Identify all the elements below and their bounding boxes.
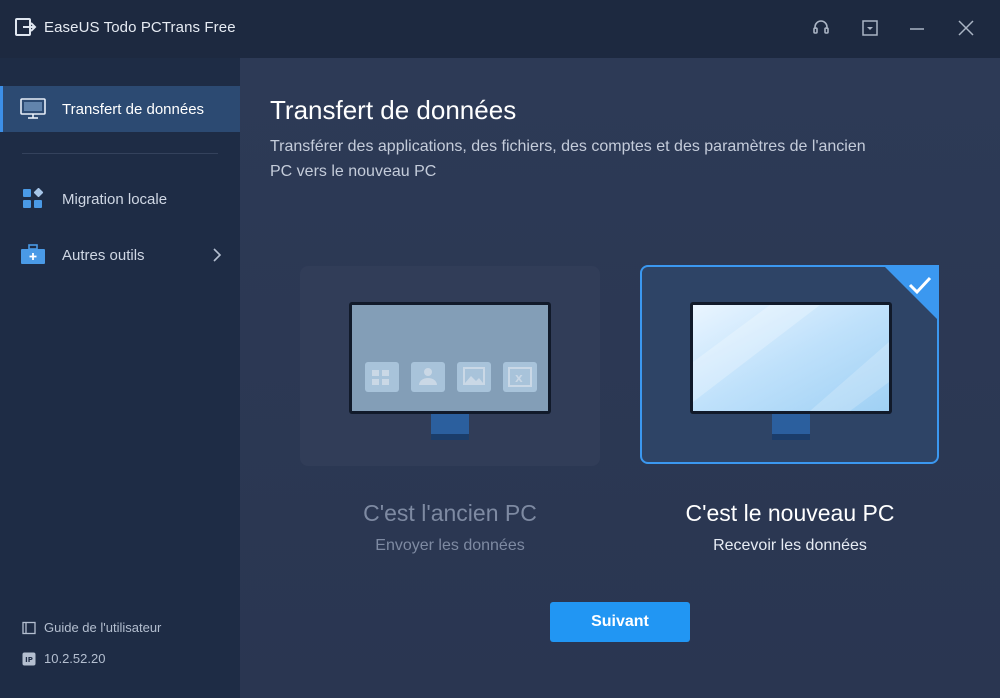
svg-text:IP: IP — [25, 656, 33, 664]
sidebar-item-label: Autres outils — [62, 246, 145, 264]
svg-text:X: X — [515, 374, 523, 385]
version-badge-icon: IP — [22, 652, 36, 665]
old-pc-monitor-icon: X — [349, 302, 551, 440]
sidebar-divider — [22, 153, 218, 154]
selected-check-icon — [883, 265, 939, 321]
sidebar-item-local-migration[interactable]: Migration locale — [0, 176, 240, 222]
chevron-right-icon — [213, 248, 222, 262]
close-button[interactable] — [952, 14, 980, 42]
sidebar-item-data-transfer[interactable]: Transfert de données — [0, 86, 240, 132]
new-pc-title: C'est le nouveau PC — [685, 500, 895, 526]
minimize-icon — [910, 28, 924, 30]
app-title: EaseUS Todo PCTrans Free — [44, 19, 236, 36]
sidebar-item-other-tools[interactable]: Autres outils — [0, 232, 240, 278]
close-icon — [958, 20, 974, 36]
sidebar-item-label: Transfert de données — [62, 100, 205, 118]
version-label: 10.2.52.20 — [44, 651, 106, 666]
sidebar-item-label: Migration locale — [62, 190, 168, 208]
minimize-to-tray-button[interactable] — [856, 14, 884, 42]
version-info: IP 10.2.52.20 — [22, 651, 105, 666]
new-pc-subtitle: Recevoir les données — [713, 537, 867, 554]
headset-icon — [813, 20, 829, 34]
book-icon — [22, 621, 36, 634]
new-pc-monitor-icon — [690, 302, 892, 440]
support-button[interactable] — [807, 14, 835, 42]
title-bar: EaseUS Todo PCTrans Free — [0, 0, 1000, 58]
user-guide-link[interactable]: Guide de l'utilisateur — [22, 620, 161, 635]
toolbox-icon — [21, 244, 45, 264]
monitor-icon — [20, 98, 46, 119]
minimize-to-tray-icon — [862, 20, 878, 36]
next-button[interactable]: Suivant — [550, 602, 690, 642]
old-pc-option-card[interactable]: X — [300, 266, 600, 466]
main-content: Transfert de données Transférer des appl… — [240, 58, 1000, 698]
page-title: Transfert de données — [270, 95, 517, 125]
user-guide-label: Guide de l'utilisateur — [44, 620, 162, 635]
apps-grid-icon — [23, 188, 44, 208]
sidebar: Transfert de données Migration locale Au… — [0, 58, 240, 698]
minimize-button[interactable] — [903, 14, 931, 42]
new-pc-option-card[interactable] — [640, 265, 939, 464]
page-description: Transférer des applications, des fichier… — [270, 138, 866, 180]
old-pc-subtitle: Envoyer les données — [375, 537, 525, 554]
old-pc-title: C'est l'ancien PC — [363, 500, 537, 526]
app-logo-icon — [15, 18, 37, 36]
